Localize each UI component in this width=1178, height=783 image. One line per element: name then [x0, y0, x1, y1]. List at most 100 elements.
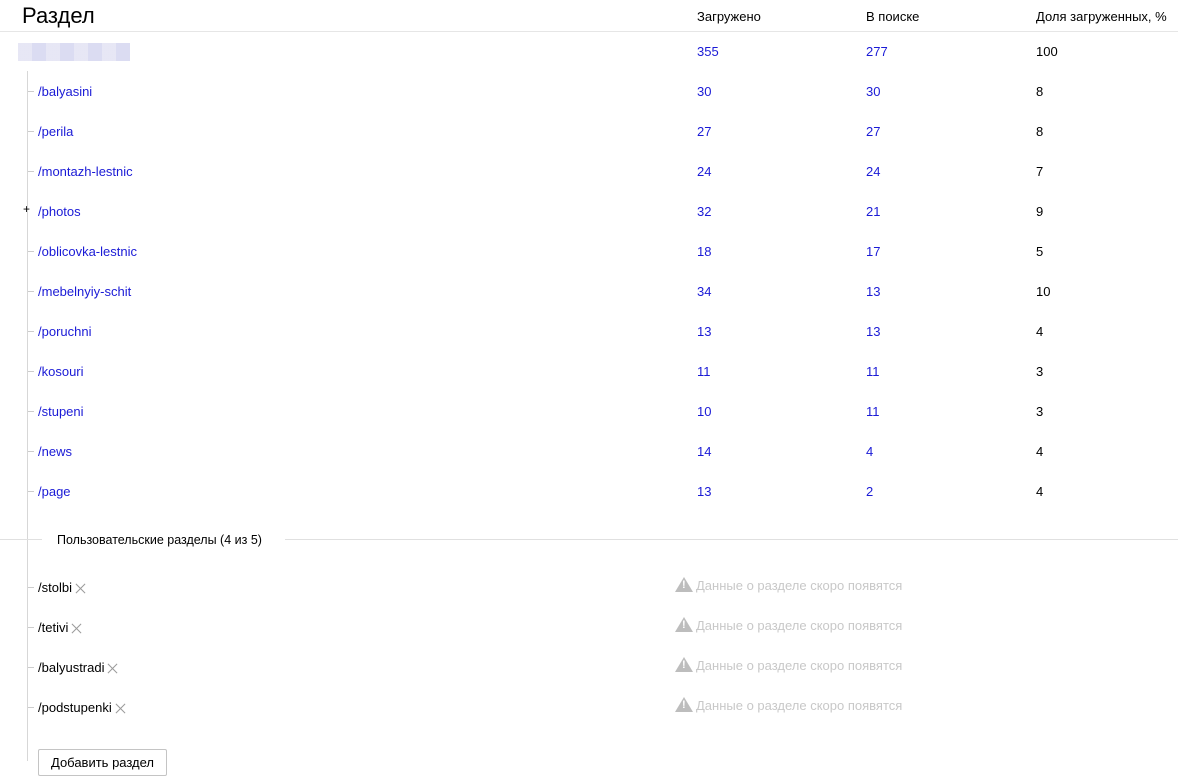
tree-branch — [28, 291, 34, 292]
root-row: 355 277 100 — [0, 31, 1178, 71]
section-link[interactable]: /montazh-lestnic — [38, 164, 133, 179]
pending-notice: Данные о разделе скоро появятся — [675, 617, 902, 635]
section-link[interactable]: /poruchni — [38, 324, 91, 339]
table-row: /stupeni 10 11 3 — [0, 391, 1178, 431]
section-link[interactable]: /news — [38, 444, 72, 459]
share-value: 8 — [1036, 124, 1044, 139]
tree-branch — [28, 251, 34, 252]
in-search-link[interactable]: 21 — [866, 204, 880, 219]
loaded-link[interactable]: 24 — [697, 164, 711, 179]
in-search-link[interactable]: 2 — [866, 484, 873, 499]
pending-notice-text: Данные о разделе скоро появятся — [696, 618, 903, 633]
user-section-label: /balyustradi — [38, 660, 105, 675]
user-section-name: /podstupenki — [38, 700, 126, 715]
table-row: /kosouri 11 11 3 — [0, 351, 1178, 391]
loaded-link[interactable]: 30 — [697, 84, 711, 99]
section-link[interactable]: /page — [38, 484, 71, 499]
in-search-link[interactable]: 24 — [866, 164, 880, 179]
pending-notice: Данные о разделе скоро появятся — [675, 657, 902, 675]
share-value: 4 — [1036, 444, 1044, 459]
root-in-search-link[interactable]: 277 — [866, 44, 888, 59]
loaded-link[interactable]: 32 — [697, 204, 711, 219]
tree-branch — [28, 91, 34, 92]
section-link[interactable]: /kosouri — [38, 364, 84, 379]
table-row: /perila 27 27 8 — [0, 111, 1178, 151]
in-search-link[interactable]: 27 — [866, 124, 880, 139]
column-header-loaded[interactable]: Загружено — [697, 9, 761, 24]
tree-branch — [28, 667, 34, 668]
share-value: 5 — [1036, 244, 1044, 259]
warning-icon — [675, 697, 693, 712]
loaded-link[interactable]: 34 — [697, 284, 711, 299]
share-value: 8 — [1036, 84, 1044, 99]
close-icon[interactable] — [116, 703, 126, 713]
close-icon[interactable] — [76, 583, 86, 593]
in-search-link[interactable]: 13 — [866, 284, 880, 299]
tree-branch — [28, 587, 34, 588]
section-link[interactable]: /balyasini — [38, 84, 92, 99]
warning-icon — [675, 577, 693, 592]
pending-notice-text: Данные о разделе скоро появятся — [696, 698, 903, 713]
pending-notice-text: Данные о разделе скоро появятся — [696, 578, 903, 593]
root-loaded-link[interactable]: 355 — [697, 44, 719, 59]
column-header-in-search[interactable]: В поиске — [866, 9, 919, 24]
table-row: /montazh-lestnic 24 24 7 — [0, 151, 1178, 191]
table-row: /oblicovka-lestnic 18 17 5 — [0, 231, 1178, 271]
table-header: Раздел Загружено В поиске Доля загруженн… — [0, 0, 1178, 32]
pending-notice-text: Данные о разделе скоро появятся — [696, 658, 903, 673]
site-name-blurred — [18, 43, 130, 61]
in-search-link[interactable]: 11 — [866, 364, 880, 379]
table-row: /mebelnyiy-schit 34 13 10 — [0, 271, 1178, 311]
section-link[interactable]: /stupeni — [38, 404, 84, 419]
section-link[interactable]: /perila — [38, 124, 73, 139]
tree-branch — [28, 411, 34, 412]
in-search-link[interactable]: 4 — [866, 444, 873, 459]
pending-notice: Данные о разделе скоро появятся — [675, 697, 902, 715]
in-search-link[interactable]: 17 — [866, 244, 880, 259]
loaded-link[interactable]: 13 — [697, 324, 711, 339]
in-search-link[interactable]: 11 — [866, 404, 880, 419]
warning-icon — [675, 657, 693, 672]
loaded-link[interactable]: 11 — [697, 364, 711, 379]
tree-branch — [28, 371, 34, 372]
share-value: 4 — [1036, 324, 1044, 339]
section-link[interactable]: /photos — [38, 204, 81, 219]
divider-left — [0, 539, 42, 540]
section-link[interactable]: /oblicovka-lestnic — [38, 244, 137, 259]
plus-icon[interactable]: + — [23, 202, 30, 217]
tree-branch — [28, 491, 34, 492]
pending-notice: Данные о разделе скоро появятся — [675, 577, 902, 595]
user-section-row: /stolbi Данные о разделе скоро появятся — [0, 567, 1178, 607]
user-section-row: /balyustradi Данные о разделе скоро появ… — [0, 647, 1178, 687]
section-link[interactable]: /mebelnyiy-schit — [38, 284, 131, 299]
share-value: 10 — [1036, 284, 1051, 299]
close-icon[interactable] — [72, 623, 82, 633]
table-row: /news 14 4 4 — [0, 431, 1178, 471]
tree-branch — [28, 131, 34, 132]
table-row: /poruchni 13 13 4 — [0, 311, 1178, 351]
tree-branch — [28, 171, 34, 172]
loaded-link[interactable]: 14 — [697, 444, 711, 459]
user-sections-label: Пользовательские разделы (4 из 5) — [57, 533, 262, 547]
table-row: /balyasini 30 30 8 — [0, 71, 1178, 111]
loaded-link[interactable]: 18 — [697, 244, 711, 259]
user-section-name: /balyustradi — [38, 660, 118, 675]
in-search-link[interactable]: 13 — [866, 324, 880, 339]
loaded-link[interactable]: 10 — [697, 404, 711, 419]
loaded-link[interactable]: 13 — [697, 484, 711, 499]
root-share: 100 — [1036, 44, 1058, 59]
loaded-link[interactable]: 27 — [697, 124, 711, 139]
share-value: 4 — [1036, 484, 1044, 499]
add-section-button[interactable]: Добавить раздел — [38, 749, 168, 776]
user-section-label: /tetivi — [38, 620, 69, 635]
warning-icon — [675, 617, 693, 632]
close-icon[interactable] — [108, 663, 118, 673]
share-value: 9 — [1036, 204, 1044, 219]
user-section-label: /stolbi — [38, 580, 72, 595]
user-section-name: /stolbi — [38, 580, 86, 595]
user-section-row: /podstupenki Данные о разделе скоро появ… — [0, 687, 1178, 727]
column-header-share[interactable]: Доля загруженных, % — [1036, 9, 1167, 24]
user-section-row: /tetivi Данные о разделе скоро появятся — [0, 607, 1178, 647]
in-search-link[interactable]: 30 — [866, 84, 880, 99]
user-section-label: /podstupenki — [38, 700, 112, 715]
